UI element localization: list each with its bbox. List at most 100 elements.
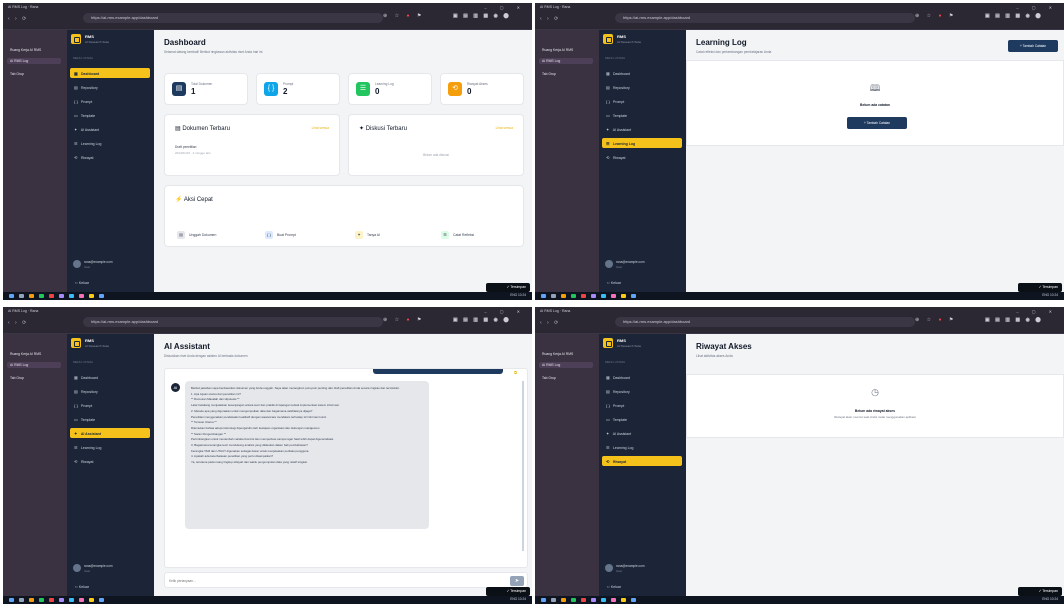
- sidebar-item-riwayat[interactable]: ⟲ Riwayat: [602, 456, 682, 466]
- sidebar-item-ai-assistant[interactable]: ✦ AI Assistant: [70, 124, 150, 134]
- toolbar-icons[interactable]: ⊕ ☆ ● ⚑: [915, 317, 956, 323]
- sidebar-item-learning-log[interactable]: ☰ Learning Log: [602, 138, 682, 148]
- toolbar-icons[interactable]: ⊕ ☆ ● ⚑: [915, 13, 956, 19]
- sidebar-item-template[interactable]: ▭ Template: [70, 414, 150, 424]
- sidebar-item-ai-assistant[interactable]: ✦ AI Assistant: [70, 428, 150, 438]
- logout-button[interactable]: ⇦ Keluar: [607, 281, 621, 285]
- sidebar-item-repository[interactable]: ▤ Repository: [70, 82, 150, 92]
- nav-buttons[interactable]: ‹ › ⟳: [8, 16, 28, 22]
- rail-item[interactable]: Ruang Kerja AI RMS: [539, 351, 593, 357]
- sidebar-item-learning-log[interactable]: ☰ Learning Log: [602, 442, 682, 452]
- window-controls[interactable]: – ▢ ✕: [1016, 5, 1058, 10]
- extension-icons[interactable]: ▣ ▤ ▥ ▦ ◉ ⬤: [453, 13, 511, 19]
- sidebar-item-learning-log[interactable]: ☰ Learning Log: [70, 138, 150, 148]
- sidebar-item-learning-log[interactable]: ☰ Learning Log: [70, 442, 150, 452]
- rail-item[interactable]: AI RMS Log: [7, 58, 61, 64]
- sidebar-item-riwayat[interactable]: ⟲ Riwayat: [602, 152, 682, 162]
- sidebar-item-dashboard[interactable]: ▦ Dashboard: [602, 68, 682, 78]
- recent-doc-name[interactable]: Draft penelitian: [175, 145, 196, 149]
- sidebar-item-ai-assistant[interactable]: ✦ AI Assistant: [602, 124, 682, 134]
- sidebar-item-riwayat[interactable]: ⟲ Riwayat: [70, 152, 150, 162]
- rail-item[interactable]: Tab Grup: [7, 71, 61, 77]
- page-title: Dashboard: [164, 38, 206, 47]
- nav-buttons[interactable]: ‹ › ⟳: [540, 16, 560, 22]
- nav-buttons[interactable]: ‹ › ⟳: [8, 320, 28, 326]
- window-controls[interactable]: – ▢ ✕: [1016, 309, 1058, 314]
- address-bar[interactable]: https://ai-rms.example.app/dashboard: [615, 317, 915, 327]
- logout-button[interactable]: ⇦ Keluar: [75, 281, 89, 285]
- chat-scrollbar[interactable]: [522, 381, 524, 551]
- add-entry-empty-button[interactable]: + Tambah Catatan: [847, 117, 907, 129]
- sidebar-item-repository[interactable]: ▤ Repository: [602, 82, 682, 92]
- brand-subtitle: AI Research Suite: [617, 40, 642, 44]
- rail-item[interactable]: Tab Grup: [7, 375, 61, 381]
- window-controls[interactable]: – ▢ ✕: [484, 5, 526, 10]
- view-all-link[interactable]: Lihat semua: [312, 126, 329, 130]
- quick-action-reflection[interactable]: ☰ Catat Refleksi: [441, 226, 521, 242]
- app-sidebar: RMS AI Research Suite MENU UTAMA ▦ Dashb…: [599, 334, 686, 596]
- toolbar-icons[interactable]: ⊕ ☆ ● ⚑: [383, 317, 424, 323]
- rail-item[interactable]: AI RMS Log: [539, 58, 593, 64]
- rail-item[interactable]: AI RMS Log: [539, 362, 593, 368]
- sidebar-item-prompt[interactable]: { } Prompt: [70, 400, 150, 410]
- stat-label: Total Dokumen: [191, 82, 213, 86]
- sidebar-item-repository[interactable]: ▤ Repository: [70, 386, 150, 396]
- rail-item[interactable]: Tab Grup: [539, 71, 593, 77]
- app-sidebar: RMS AI Research Suite MENU UTAMA ▦ Dashb…: [599, 30, 686, 292]
- chat-input[interactable]: [169, 576, 499, 586]
- recent-doc-meta: 2024/01/15 · 2 minggu lalu: [175, 151, 211, 155]
- send-button[interactable]: ➤: [510, 576, 524, 586]
- chat-panel[interactable]: ⧉ AI Berikut jawaban saya berdasarkan do…: [164, 368, 528, 568]
- user-role: User: [616, 265, 623, 269]
- sidebar-item-prompt[interactable]: { } Prompt: [70, 96, 150, 106]
- stat-card-history[interactable]: ⟲ Riwayat Akses 0: [440, 73, 524, 105]
- address-bar[interactable]: https://ai-rms.example.app/dashboard: [83, 13, 383, 23]
- extension-icons[interactable]: ▣ ▤ ▥ ▦ ◉ ⬤: [453, 317, 511, 323]
- logout-button[interactable]: ⇦ Keluar: [75, 585, 89, 589]
- rail-item[interactable]: Ruang Kerja AI RMS: [7, 351, 61, 357]
- quick-action-ask-ai[interactable]: ✦ Tanya AI: [355, 226, 435, 242]
- sparkle-icon: ✦: [355, 231, 363, 239]
- quick-actions-card: ⚡ Aksi Cepat ▤ Unggah Dokumen { } Buat Pro…: [164, 185, 524, 247]
- extension-icons[interactable]: ▣ ▤ ▥ ▦ ◉ ⬤: [985, 13, 1043, 19]
- sidebar-item-dashboard[interactable]: ▦ Dashboard: [70, 372, 150, 382]
- sidebar-item-template[interactable]: ▭ Template: [70, 110, 150, 120]
- address-bar[interactable]: https://ai-rms.example.app/dashboard: [83, 317, 383, 327]
- repository-icon: ▤: [606, 389, 610, 394]
- logout-button[interactable]: ⇦ Keluar: [607, 585, 621, 589]
- card-title: ⚡ Aksi Cepat: [175, 197, 213, 203]
- address-bar[interactable]: https://ai-rms.example.app/dashboard: [615, 13, 915, 23]
- user-email: rana@example.com: [616, 564, 645, 568]
- rail-item[interactable]: AI RMS Log: [7, 362, 61, 368]
- sidebar-item-repository[interactable]: ▤ Repository: [602, 386, 682, 396]
- rail-item[interactable]: Tab Grup: [539, 375, 593, 381]
- nav-buttons[interactable]: ‹ › ⟳: [540, 320, 560, 326]
- sidebar-item-dashboard[interactable]: ▦ Dashboard: [70, 68, 150, 78]
- quick-action-prompt[interactable]: { } Buat Prompt: [265, 226, 345, 242]
- stat-card-prompts[interactable]: { } Prompt 2: [256, 73, 340, 105]
- brand-subtitle: AI Research Suite: [617, 344, 642, 348]
- list-icon: ☰: [606, 141, 610, 146]
- stat-card-documents[interactable]: ▤ Total Dokumen 1: [164, 73, 248, 105]
- window-controls[interactable]: – ▢ ✕: [484, 309, 526, 314]
- view-all-link[interactable]: Lihat semua: [496, 126, 513, 130]
- sidebar-item-template[interactable]: ▭ Template: [602, 110, 682, 120]
- add-entry-button[interactable]: + Tambah Catatan: [1008, 40, 1058, 52]
- quick-action-upload[interactable]: ▤ Unggah Dokumen: [177, 226, 257, 242]
- list-icon: ☰: [74, 445, 78, 450]
- extension-icons[interactable]: ▣ ▤ ▥ ▦ ◉ ⬤: [985, 317, 1043, 323]
- sidebar-item-dashboard[interactable]: ▦ Dashboard: [602, 372, 682, 382]
- rail-item[interactable]: Ruang Kerja AI RMS: [7, 47, 61, 53]
- page-title: Learning Log: [696, 38, 747, 47]
- message-line: 3. Bagaimana kerangka teori mendukung an…: [191, 443, 308, 448]
- rail-item[interactable]: Ruang Kerja AI RMS: [539, 47, 593, 53]
- brand-name: RMS: [617, 338, 626, 343]
- sidebar-item-prompt[interactable]: { } Prompt: [602, 96, 682, 106]
- sidebar-item-prompt[interactable]: { } Prompt: [602, 400, 682, 410]
- stat-card-learning[interactable]: ☰ Learning Log 0: [348, 73, 432, 105]
- sidebar-item-template[interactable]: ▭ Template: [602, 414, 682, 424]
- toolbar-icons[interactable]: ⊕ ☆ ● ⚑: [383, 13, 424, 19]
- copy-icon[interactable]: ⧉: [514, 370, 517, 375]
- sidebar-item-ai-assistant[interactable]: ✦ AI Assistant: [602, 428, 682, 438]
- sidebar-item-riwayat[interactable]: ⟲ Riwayat: [70, 456, 150, 466]
